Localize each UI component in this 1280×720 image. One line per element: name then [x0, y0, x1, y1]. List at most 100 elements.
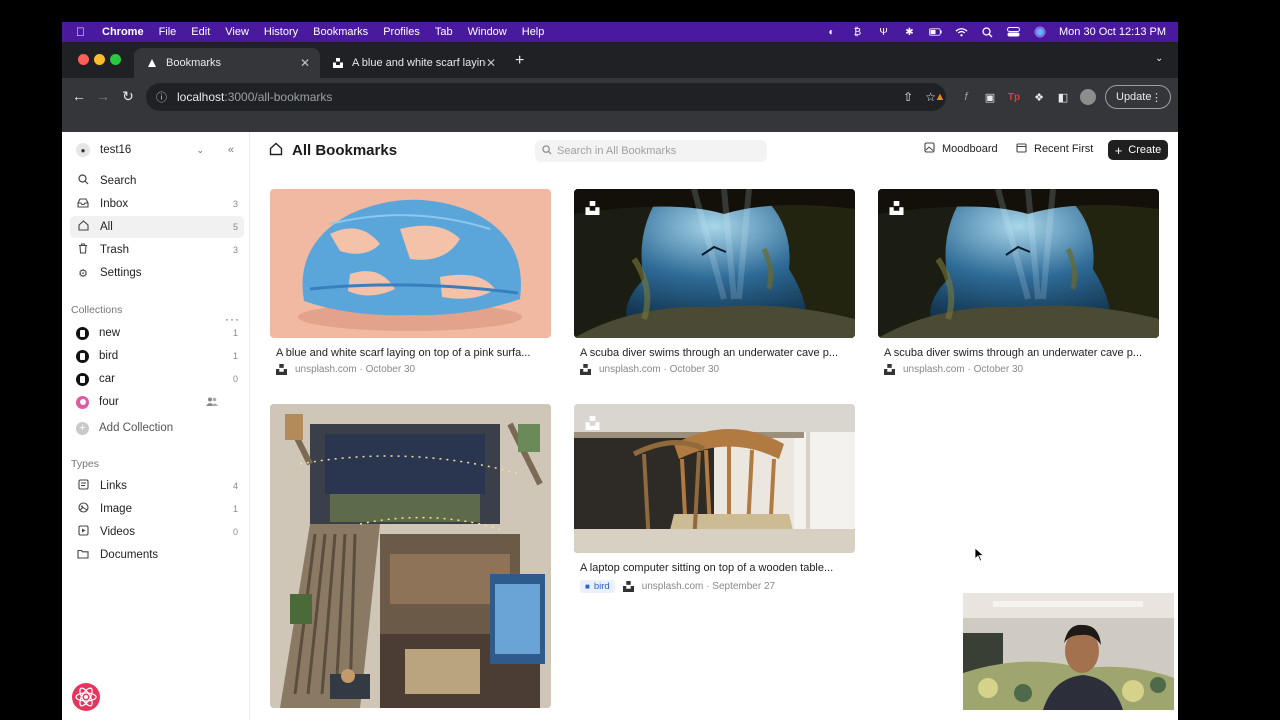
bookmark-card[interactable]: A laptop computer sitting on top of a wo… [574, 404, 855, 614]
window-extension-icon[interactable]: ▣ [983, 90, 997, 104]
side-panel-icon[interactable]: ◧ [1056, 90, 1070, 104]
sidebar-item-all[interactable]: All 5 [70, 216, 244, 238]
menu-bookmarks[interactable]: Bookmarks [313, 26, 368, 38]
type-item-links[interactable]: Links 4 [70, 475, 244, 497]
sidebar-item-trash[interactable]: Trash 3 [70, 239, 244, 261]
site-info-icon[interactable]: ⓘ [156, 89, 167, 105]
menu-file[interactable]: File [159, 26, 177, 38]
unsplash-favicon-icon [622, 581, 634, 592]
sync-icon[interactable]: ◐ [825, 27, 838, 38]
bookmark-card[interactable] [270, 404, 551, 708]
control-center-icon[interactable] [1007, 27, 1020, 38]
bookmark-title[interactable]: A scuba diver swims through an underwate… [884, 347, 1142, 359]
menu-history[interactable]: History [264, 26, 298, 38]
type-count: 0 [232, 527, 238, 537]
bookmark-title[interactable]: A scuba diver swims through an underwate… [580, 347, 838, 359]
bookmark-source: unsplash.com [599, 364, 661, 375]
bookmark-card[interactable]: A scuba diver swims through an underwate… [878, 189, 1159, 381]
tab-bookmarks[interactable]: Bookmarks ✕ [134, 48, 320, 78]
bookmark-date: October 30 [973, 364, 1024, 375]
apple-icon[interactable]:  [76, 25, 90, 39]
siri-icon[interactable] [1033, 26, 1046, 38]
fork-icon[interactable]: Ψ [877, 27, 890, 38]
collection-icon [76, 395, 89, 409]
sidebar-item-label: Settings [100, 267, 142, 279]
close-tab-icon[interactable]: ✕ [300, 56, 310, 70]
tab-search-icon[interactable]: ⌄ [1155, 53, 1163, 64]
type-item-documents[interactable]: Documents [70, 544, 244, 566]
type-label: Image [100, 503, 132, 515]
close-window-button[interactable] [78, 54, 89, 65]
formula-extension-icon[interactable]: f [959, 90, 973, 104]
bookmark-date: September 27 [712, 581, 776, 592]
bookmark-bar [62, 116, 1178, 132]
collection-item-new[interactable]: new 1 [70, 322, 244, 344]
sidebar-item-search[interactable]: Search [70, 170, 244, 192]
chevron-down-icon[interactable]: ⌄ [196, 145, 204, 156]
add-collection-button[interactable]: + Add Collection [70, 417, 244, 439]
bookmark-card[interactable]: A blue and white scarf laying on top of … [270, 189, 551, 381]
bookmark-thumbnail[interactable] [574, 404, 855, 553]
menu-edit[interactable]: Edit [191, 26, 210, 38]
currency-icon[interactable]: ₿ [851, 27, 864, 38]
menu-app-name[interactable]: Chrome [102, 26, 144, 38]
update-label: Update [1116, 91, 1152, 103]
wifi-icon[interactable] [955, 27, 968, 38]
sidebar-item-settings[interactable]: ⚙ Settings [70, 262, 244, 284]
update-button[interactable]: Update ⋮ [1105, 85, 1171, 109]
moodboard-button[interactable]: Moodboard [924, 142, 998, 156]
sidebar-item-inbox[interactable]: Inbox 3 [70, 193, 244, 215]
puzzle-extensions-icon[interactable]: ❖ [1032, 90, 1046, 104]
collection-tag[interactable]: ■ bird [580, 580, 615, 593]
back-icon[interactable]: ← [70, 88, 88, 104]
search-icon [542, 144, 552, 158]
collection-item-bird[interactable]: bird 1 [70, 345, 244, 367]
bookmark-thumbnail[interactable] [574, 189, 855, 338]
forward-icon[interactable]: → [94, 88, 112, 104]
collapse-sidebar-icon[interactable]: « [228, 144, 234, 156]
bookmark-thumbnail[interactable] [270, 189, 551, 338]
collection-count: 1 [232, 351, 238, 361]
new-tab-button[interactable]: + [515, 52, 524, 70]
bookmark-title[interactable]: A blue and white scarf laying on top of … [276, 347, 530, 359]
search-input[interactable]: Search in All Bookmarks [535, 140, 767, 162]
image-icon [76, 502, 90, 516]
sidebar: ● test16 ⌄ « Search Inbox 3 All 5 Trash … [62, 132, 250, 720]
bookmark-thumbnail[interactable] [878, 189, 1159, 338]
tab-scarf[interactable]: A blue and white scarf laying o ✕ [320, 48, 506, 78]
user-avatar-icon: ● [76, 143, 90, 157]
minimize-window-button[interactable] [94, 54, 105, 65]
zoom-window-button[interactable] [110, 54, 121, 65]
sort-button[interactable]: Recent First [1016, 142, 1093, 156]
reload-icon[interactable]: ↻ [119, 88, 137, 105]
type-item-videos[interactable]: Videos 0 [70, 521, 244, 543]
username: test16 [100, 144, 132, 156]
address-bar[interactable]: ⓘ localhost :3000/all-bookmarks ⇧ ☆ [146, 83, 946, 111]
react-devtools-logo[interactable] [71, 682, 101, 712]
tp-extension-icon[interactable]: Tp [1007, 90, 1021, 104]
user-switcher[interactable]: ● test16 ⌄ « [72, 140, 240, 160]
close-tab-icon[interactable]: ✕ [486, 56, 496, 70]
collection-item-car[interactable]: car 0 [70, 368, 244, 390]
bookmark-source: unsplash.com [903, 364, 965, 375]
bookmark-thumbnail[interactable] [270, 404, 551, 708]
metamask-extension-icon[interactable]: ▲ [933, 90, 947, 104]
menu-profiles[interactable]: Profiles [383, 26, 420, 38]
share-icon[interactable]: ⇧ [903, 90, 913, 104]
collection-item-four[interactable]: four [70, 391, 244, 413]
bookmark-title[interactable]: A laptop computer sitting on top of a wo… [580, 562, 833, 574]
battery-icon[interactable] [929, 27, 942, 38]
triangle-favicon-icon [146, 57, 158, 69]
menu-help[interactable]: Help [522, 26, 545, 38]
profile-avatar-icon[interactable] [1080, 89, 1096, 105]
bluetooth-icon[interactable]: ✱ [903, 27, 916, 38]
menu-tab[interactable]: Tab [435, 26, 453, 38]
bookmark-card[interactable]: A scuba diver swims through an underwate… [574, 189, 855, 381]
create-button[interactable]: + Create [1108, 140, 1168, 160]
menu-window[interactable]: Window [468, 26, 507, 38]
menu-view[interactable]: View [225, 26, 249, 38]
type-item-image[interactable]: Image 1 [70, 498, 244, 520]
collection-label: four [99, 396, 119, 408]
menubar-datetime[interactable]: Mon 30 Oct 12:13 PM [1059, 26, 1166, 38]
spotlight-icon[interactable] [981, 26, 994, 38]
